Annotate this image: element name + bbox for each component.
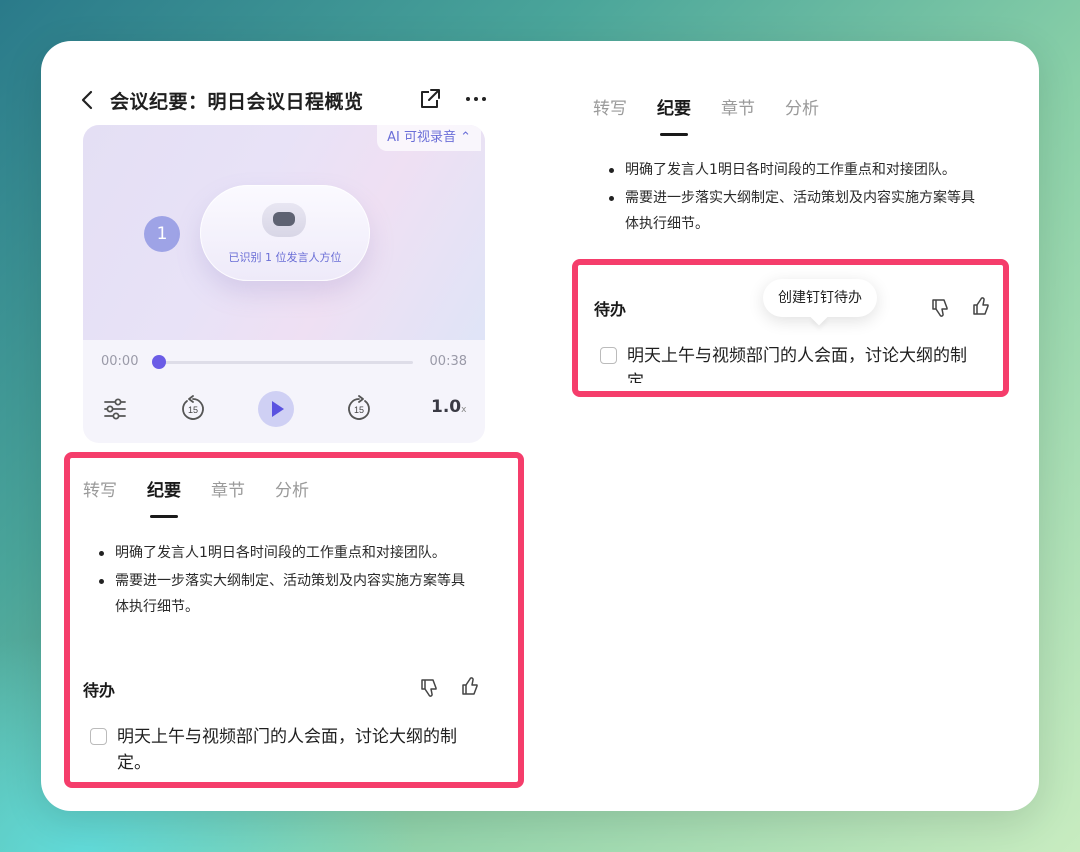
svg-text:15: 15 [188, 405, 198, 415]
tab-analysis[interactable]: 分析 [275, 476, 309, 501]
recorder-device-icon [262, 203, 306, 237]
speaker-number-badge: 1 [144, 216, 180, 252]
create-dingtalk-todo-tooltip[interactable]: 创建钉钉待办 [763, 279, 877, 317]
tab-transcript[interactable]: 转写 [593, 94, 627, 119]
progress-row: 00:00 00:38 [83, 350, 485, 374]
app-window: 会议纪要：明日会议日程概览 AI 可视录音 ⌃ 1 已识别 1 位发言人方位 0… [41, 41, 1039, 811]
ai-visual-recording-toggle[interactable]: AI 可视录音 ⌃ [377, 125, 481, 151]
summary-bullet: 明确了发言人1明日各时间段的工作重点和对接团队。 [605, 157, 985, 183]
play-button[interactable] [258, 391, 294, 427]
tab-summary[interactable]: 纪要 [657, 94, 691, 136]
tab-chapters[interactable]: 章节 [721, 94, 755, 119]
share-icon[interactable] [418, 87, 442, 111]
speaker-visualization: AI 可视录音 ⌃ 1 已识别 1 位发言人方位 [83, 125, 485, 340]
todo-item-text: 明天上午与视频部门的人会面，讨论大纲的制定。 [117, 727, 457, 773]
todo-item-clip: 明天上午与视频部门的人会面，讨论大纲的制定。 [627, 341, 997, 383]
skip-forward-15-icon[interactable]: 15 [345, 395, 373, 423]
current-time: 00:00 [101, 354, 139, 369]
back-arrow-icon[interactable] [77, 89, 99, 111]
thumbs-up-icon[interactable] [460, 676, 482, 698]
summary-list-left: 明确了发言人1明日各时间段的工作重点和对接团队。 需要进一步落实大纲制定、活动策… [95, 540, 467, 622]
tab-summary[interactable]: 纪要 [147, 476, 181, 518]
speaker-status-text: 已识别 1 位发言人方位 [228, 251, 342, 264]
summary-list-right: 明确了发言人1明日各时间段的工作重点和对接团队。 需要进一步落实大纲制定、活动策… [605, 157, 985, 239]
total-time: 00:38 [429, 354, 467, 369]
settings-sliders-icon[interactable] [101, 395, 129, 423]
tab-chapters[interactable]: 章节 [211, 476, 245, 501]
todo-heading: 待办 [83, 681, 116, 700]
thumbs-down-icon[interactable] [930, 296, 952, 318]
more-options-icon[interactable] [464, 87, 488, 111]
svg-text:15: 15 [354, 405, 364, 415]
tab-bar-left: 转写 纪要 章节 分析 [83, 476, 339, 518]
thumbs-up-icon[interactable] [971, 296, 993, 318]
playback-speed[interactable]: 1.0x [431, 397, 466, 417]
tab-bar-right: 转写 纪要 章节 分析 [593, 94, 849, 136]
summary-bullet: 需要进一步落实大纲制定、活动策划及内容实施方案等具体执行细节。 [605, 185, 985, 237]
speed-unit: x [461, 405, 467, 415]
skip-back-15-icon[interactable]: 15 [179, 395, 207, 423]
summary-bullet: 需要进一步落实大纲制定、活动策划及内容实施方案等具体执行细节。 [95, 568, 467, 620]
summary-scroll-right: 明确了发言人1明日各时间段的工作重点和对接团队。 需要进一步落实大纲制定、活动策… [601, 153, 1001, 259]
progress-knob[interactable] [152, 355, 166, 369]
todo-item-text: 明天上午与视频部门的人会面，讨论大纲的制定。 [627, 346, 967, 383]
todo-heading: 待办 [594, 300, 627, 319]
tab-transcript[interactable]: 转写 [83, 476, 117, 501]
tab-analysis[interactable]: 分析 [785, 94, 819, 119]
recording-player: AI 可视录音 ⌃ 1 已识别 1 位发言人方位 00:00 00:38 15 … [83, 125, 485, 443]
page-title: 会议纪要：明日会议日程概览 [110, 91, 364, 113]
todo-checkbox[interactable] [90, 728, 107, 745]
playback-controls: 15 15 1.0x [83, 391, 485, 435]
todo-checkbox[interactable] [600, 347, 617, 364]
speed-value: 1.0 [431, 397, 462, 417]
summary-bullet: 明确了发言人1明日各时间段的工作重点和对接团队。 [95, 540, 467, 566]
thumbs-down-icon[interactable] [419, 676, 441, 698]
progress-track[interactable] [159, 361, 413, 364]
speaker-detection-card: 已识别 1 位发言人方位 [200, 185, 370, 281]
